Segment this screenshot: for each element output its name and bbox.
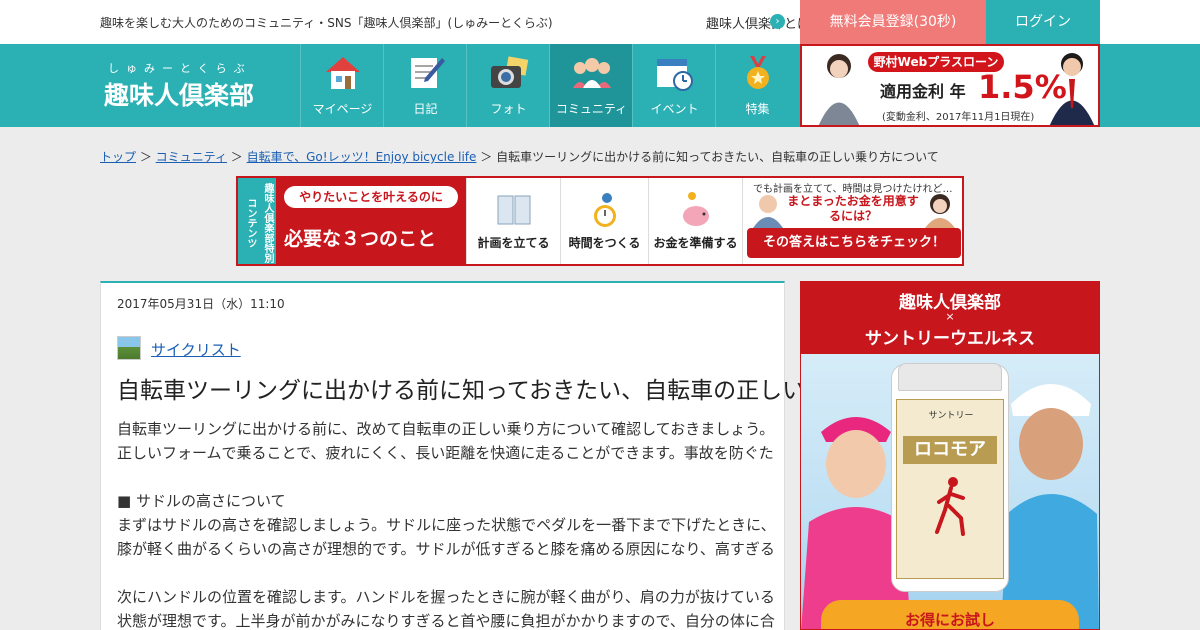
article-paragraph: 次にハンドルの位置を確認します。ハンドルを握ったときに腕が軽く曲がり、肩の力が抜… [117, 588, 775, 630]
sidebar-ad-header: 趣味人倶楽部 × サントリーウエルネス [801, 282, 1099, 354]
breadcrumb: トップ ＞ コミュニティ ＞ 自転車で、Go!レッツ！Enjoy bicycle… [100, 148, 939, 165]
post-date: 2017年05月31日（水）11:10 [117, 297, 285, 311]
nav-label: フォト [490, 102, 527, 116]
notebook-icon [411, 58, 445, 88]
chevron-right-icon[interactable]: › [770, 14, 785, 29]
trial-ribbon[interactable]: お得にお試し [821, 600, 1079, 629]
promo-cell-time[interactable]: 時間をつくる [560, 178, 648, 264]
breadcrumb-current: 自転車ツーリングに出かける前に知っておきたい、自転車の正しい乗り方について [496, 150, 939, 164]
breadcrumb-home[interactable]: トップ [100, 150, 136, 164]
site-logo[interactable]: しゅみーとくらぶ 趣味人倶楽部 [100, 58, 300, 118]
promo-cell-label: 時間をつくる [568, 236, 641, 250]
suntory-sidebar-ad[interactable]: 趣味人倶楽部 × サントリーウエルネス サントリー ロコモア お得にお試し [800, 281, 1100, 630]
nav-item-event[interactable]: イベント [632, 44, 715, 127]
calendar-clock-icon [657, 59, 693, 91]
clock-icon [594, 193, 616, 227]
sidebar-ad-line2: サントリーウエルネス [865, 329, 1035, 349]
people-icon [573, 58, 611, 88]
section-heading: ■ サドルの高さについて [117, 492, 286, 510]
man-portrait-image [753, 195, 783, 228]
bottle-label: サントリー ロコモア [896, 399, 1004, 579]
runner-icon [935, 477, 965, 536]
piggy-bank-icon [683, 192, 709, 226]
article-card: 2017年05月31日（水）11:10 サイクリスト 自転車ツーリングに出かける… [100, 281, 965, 630]
promo-cta-button[interactable]: その答えはこちらをチェック！ [747, 228, 961, 258]
promo-headline-panel: やりたいことを叶えるのに 必要な３つのこと [276, 178, 466, 264]
woman-portrait-image [925, 194, 955, 228]
book-icon [497, 195, 531, 225]
special-content-tag: 趣味人倶楽部特別コンテンツ [238, 178, 276, 264]
author-link[interactable]: サイクリスト [151, 339, 241, 360]
promo-pill: やりたいことを叶えるのに [284, 186, 458, 208]
logo-ruby: しゅみーとくらぶ [108, 62, 252, 75]
nav-item-community[interactable]: コミュニティ [549, 44, 632, 127]
bottle-brand: サントリー [928, 411, 974, 421]
login-button[interactable]: ログイン [986, 0, 1100, 44]
promo-question: まとまったお金を用意するには？ [787, 194, 919, 223]
businesswoman-image [818, 54, 860, 125]
promo-cell-label: お金を準備する [653, 236, 738, 250]
loan-ad-rate-label: 適用金利 年 [880, 82, 966, 101]
nav-label: 日記 [413, 102, 438, 116]
about-link[interactable]: 趣味人倶楽部とは [706, 13, 810, 32]
loan-banner-ad[interactable]: 野村Webプラスローン 適用金利 年 1.5% (変動金利、2017年11月1日… [800, 44, 1100, 127]
promo-cell-label: 計画を立てる [477, 236, 550, 250]
nav-item-feature[interactable]: 特集 [715, 44, 798, 127]
nav-label: 特集 [745, 102, 770, 116]
supplement-bottle-image: サントリー ロコモア [891, 363, 1009, 592]
nav-label: マイページ [312, 102, 373, 116]
promo-cell-plan[interactable]: 計画を立てる [466, 178, 560, 264]
jogging-man-image [1001, 384, 1099, 629]
nav-item-photo[interactable]: フォト [466, 44, 549, 127]
sidebar-ad-cross: × [945, 310, 955, 323]
bottle-cap [898, 363, 1002, 391]
nav-item-diary[interactable]: 日記 [383, 44, 466, 127]
avatar[interactable] [117, 336, 141, 360]
businessman-image [1049, 53, 1095, 125]
loan-ad-note: (変動金利、2017年11月1日現在) [882, 112, 1035, 123]
breadcrumb-community[interactable]: コミュニティ [156, 150, 227, 164]
bottle-product-name: ロコモア [903, 436, 997, 464]
breadcrumb-group[interactable]: 自転車で、Go!レッツ！Enjoy bicycle life [247, 150, 477, 164]
breadcrumb-separator: ＞ [230, 150, 247, 164]
section-body: まずはサドルの高さを確認しましょう。サドルに座った状態でペダルを一番下まで下げた… [117, 516, 776, 558]
promo-headline: 必要な３つのこと [284, 228, 437, 250]
promo-cta-panel[interactable]: でも計画を立てて、時間は見つけたけれど… まとまったお金を用意するには？ その答… [742, 178, 962, 264]
nav-label: イベント [650, 102, 699, 116]
site-tagline: 趣味を楽しむ大人のためのコミュニティ・SNS「趣味人倶楽部」(しゅみーとくらぶ) [100, 16, 553, 30]
register-button[interactable]: 無料会員登録(30秒) [800, 0, 986, 44]
house-icon [326, 57, 360, 89]
special-content-banner[interactable]: 趣味人倶楽部特別コンテンツ やりたいことを叶えるのに 必要な３つのこと 計画を立… [236, 176, 964, 266]
article-intro: 自転車ツーリングに出かける前に、改めて自転車の正しい乗り方について確認しておきま… [117, 420, 775, 462]
nav-label: コミュニティ [555, 102, 628, 116]
promo-cell-money[interactable]: お金を準備する [648, 178, 742, 264]
camera-icon [491, 56, 529, 88]
breadcrumb-separator: ＞ [480, 150, 497, 164]
nav-item-mypage[interactable]: マイページ [300, 44, 383, 127]
special-content-tag-text: 趣味人倶楽部特別コンテンツ [245, 183, 273, 263]
breadcrumb-separator: ＞ [139, 150, 156, 164]
medal-icon [747, 56, 769, 89]
logo-text: 趣味人倶楽部 [104, 81, 255, 110]
